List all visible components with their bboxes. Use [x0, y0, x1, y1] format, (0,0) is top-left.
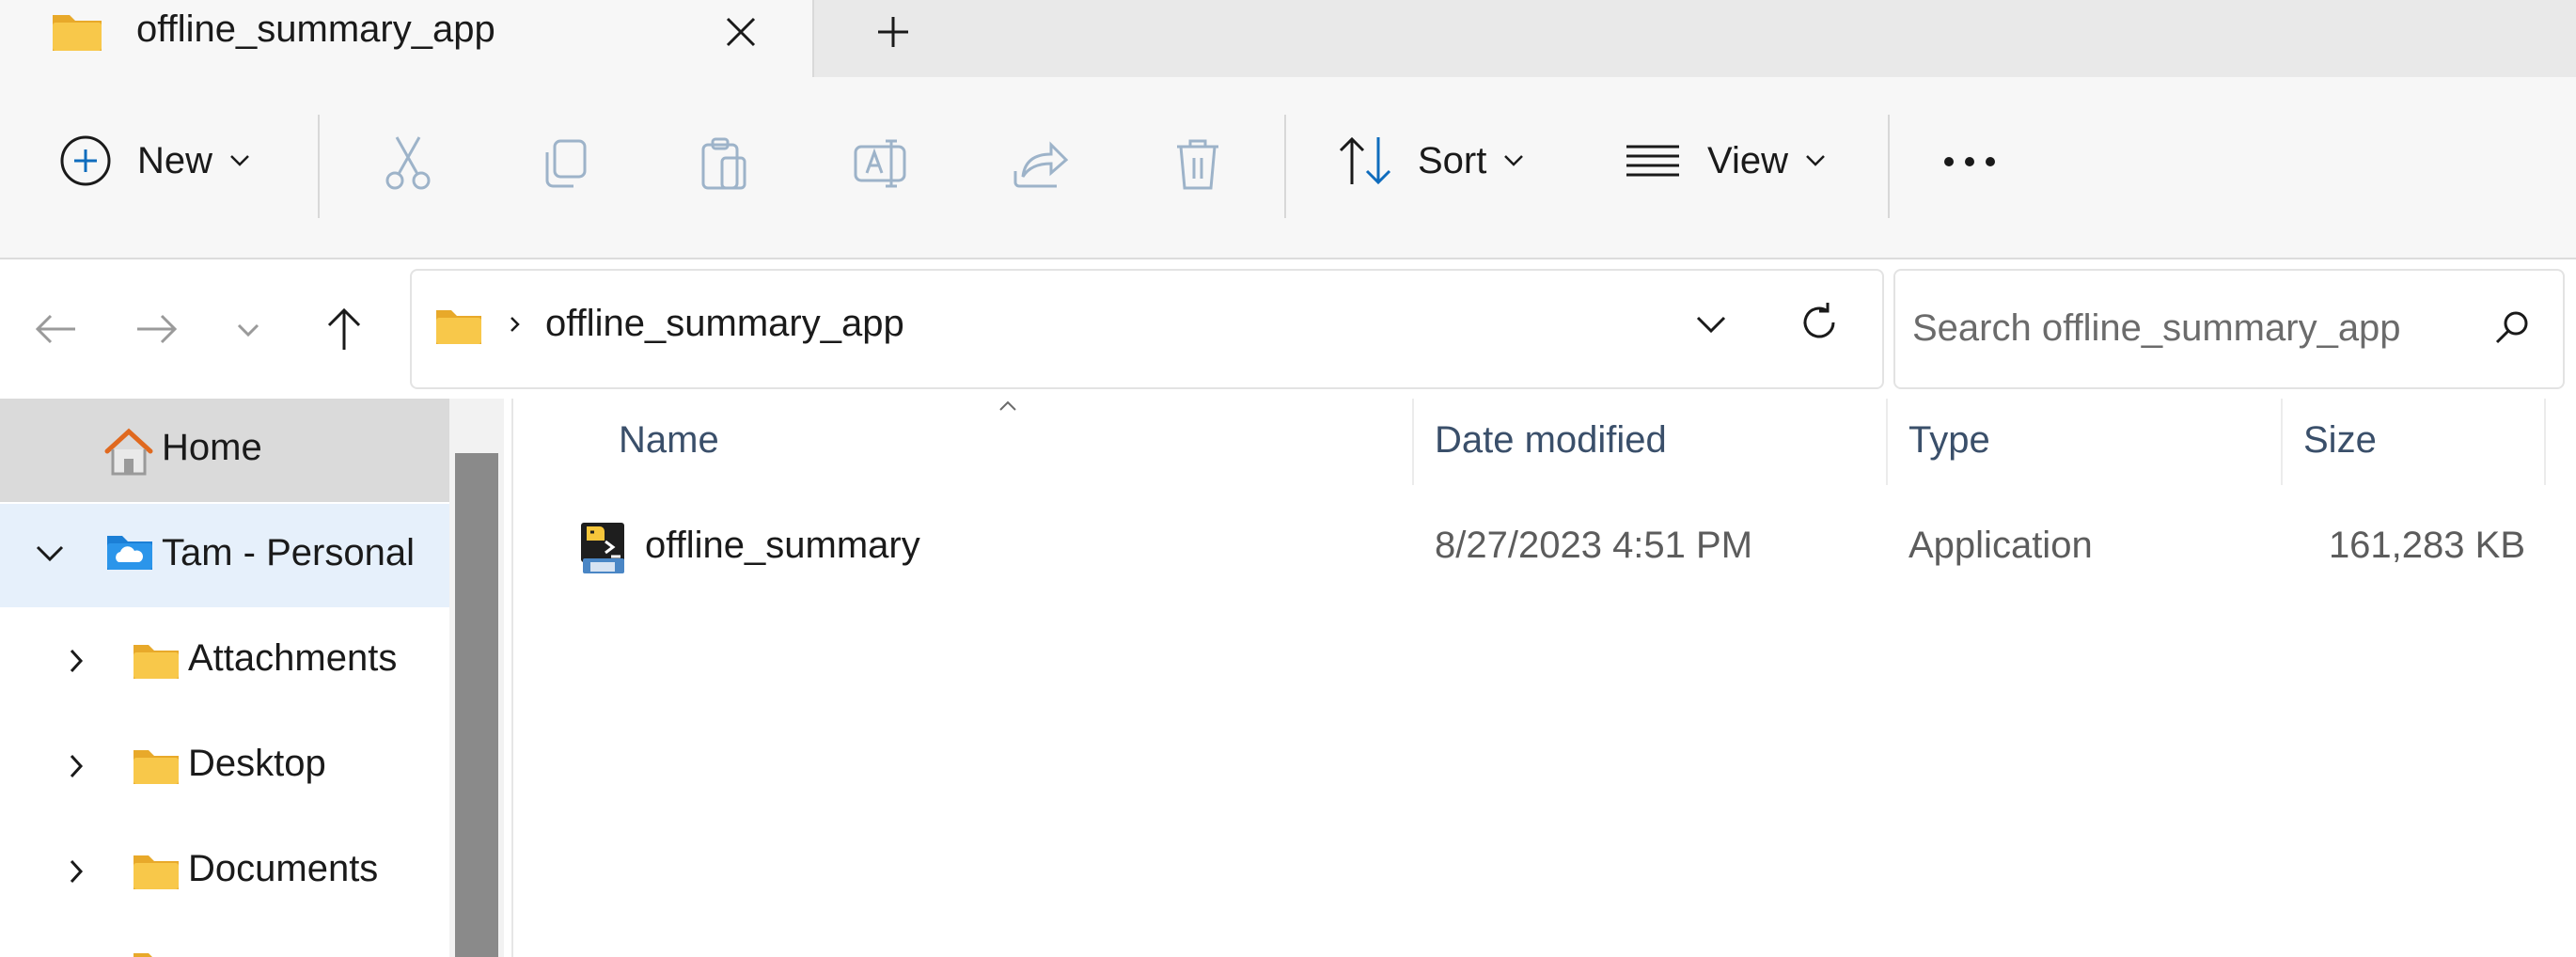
address-bar[interactable]: offline_summary_app	[410, 269, 1884, 389]
tab-title: offline_summary_app	[136, 8, 495, 50]
chevron-right-icon[interactable]	[66, 857, 86, 886]
cut-icon[interactable]	[378, 133, 438, 194]
forward-arrow-icon[interactable]	[128, 301, 184, 357]
sidebar-item-desktop[interactable]: Desktop	[0, 714, 449, 818]
breadcrumb-chevron-icon[interactable]	[506, 310, 525, 338]
toolbar-divider	[318, 115, 320, 218]
navigation-pane: Home Tam - Personal Attachments Desktop	[0, 399, 449, 957]
new-label: New	[137, 139, 213, 181]
plus-circle-icon	[58, 133, 113, 188]
file-type: Application	[1908, 525, 2093, 566]
sort-label: Sort	[1418, 139, 1487, 181]
search-input[interactable]	[1910, 299, 2478, 357]
refresh-icon[interactable]	[1796, 299, 1843, 346]
sidebar-item-label: Documents	[188, 848, 379, 889]
chevron-down-icon[interactable]	[34, 543, 66, 564]
tab-active[interactable]: offline_summary_app	[0, 0, 814, 77]
up-arrow-icon[interactable]	[316, 301, 372, 357]
column-header-date-modified[interactable]: Date modified	[1435, 419, 1667, 462]
view-button[interactable]: View	[1625, 133, 1826, 188]
paste-icon[interactable]	[694, 133, 754, 194]
sidebar-item-label: Attachments	[188, 637, 398, 679]
sidebar-item-label: Tam - Personal	[162, 532, 415, 573]
sort-arrows-icon	[1337, 133, 1395, 188]
sidebar-item-onedrive[interactable]: Tam - Personal	[0, 504, 449, 607]
chevron-down-icon	[1503, 154, 1524, 167]
column-header-type[interactable]: Type	[1908, 419, 1990, 462]
column-header-name[interactable]: Name	[619, 419, 719, 462]
chevron-down-icon	[229, 154, 250, 167]
recent-locations-icon[interactable]	[220, 301, 276, 357]
sidebar-item-label: Home	[162, 427, 262, 468]
column-divider[interactable]	[1412, 399, 1414, 485]
column-divider[interactable]	[2544, 399, 2546, 485]
folder-icon	[51, 8, 103, 53]
new-tab-icon[interactable]	[865, 4, 921, 60]
scrollbar-thumb[interactable]	[455, 453, 498, 957]
home-icon	[102, 427, 156, 478]
toolbar-divider	[1284, 115, 1286, 218]
chevron-right-icon[interactable]	[66, 752, 86, 780]
file-size: 161,283 KB	[2328, 525, 2525, 566]
chevron-down-icon	[1805, 154, 1826, 167]
sort-button[interactable]: Sort	[1337, 133, 1524, 188]
sidebar-item-home[interactable]: Home	[0, 399, 449, 502]
folder-icon	[132, 745, 181, 786]
close-tab-icon[interactable]	[715, 6, 767, 58]
chevron-right-icon[interactable]	[66, 647, 86, 675]
file-list: Name Date modified Type Size offline_sum…	[513, 399, 2576, 957]
column-divider[interactable]	[2281, 399, 2283, 485]
folder-icon	[132, 850, 181, 891]
more-icon	[1940, 143, 1999, 180]
see-more-button[interactable]	[1940, 143, 1999, 180]
file-name[interactable]: offline_summary	[645, 525, 920, 567]
back-arrow-icon[interactable]	[28, 301, 85, 357]
python-application-icon	[577, 521, 628, 575]
onedrive-folder-icon	[105, 530, 154, 573]
search-box[interactable]	[1893, 269, 2565, 389]
column-header-size[interactable]: Size	[2303, 419, 2377, 462]
search-icon[interactable]	[2488, 305, 2535, 352]
sidebar-item-attachments[interactable]: Attachments	[0, 609, 449, 713]
folder-icon	[132, 639, 181, 681]
folder-icon	[132, 949, 181, 957]
new-button[interactable]: New	[58, 133, 250, 188]
sort-ascending-icon	[997, 399, 1019, 414]
sidebar-item-documents[interactable]: Documents	[0, 820, 449, 923]
share-icon[interactable]	[1010, 133, 1070, 194]
delete-icon[interactable]	[1168, 133, 1228, 194]
column-divider[interactable]	[1886, 399, 1888, 485]
title-bar: offline_summary_app	[0, 0, 2576, 77]
folder-icon	[434, 305, 483, 346]
view-list-icon	[1625, 133, 1681, 188]
address-dropdown-icon[interactable]	[1690, 303, 1732, 344]
navigation-bar: offline_summary_app	[0, 259, 2576, 399]
sidebar-item-label: Desktop	[188, 743, 326, 784]
copy-icon[interactable]	[536, 133, 596, 194]
breadcrumb-current-folder[interactable]: offline_summary_app	[545, 303, 904, 345]
toolbar-divider	[1888, 115, 1890, 218]
view-label: View	[1707, 139, 1788, 181]
rename-icon[interactable]	[852, 133, 912, 194]
command-bar: New Sort View	[0, 77, 2576, 259]
file-date-modified: 8/27/2023 4:51 PM	[1435, 525, 1753, 566]
